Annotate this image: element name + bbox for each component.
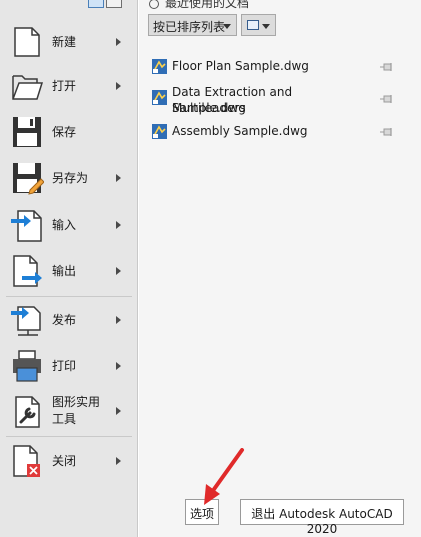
recent-file-name-line2: Sample.dwg <box>172 101 246 115</box>
menu-label-import: 输入 <box>52 218 77 232</box>
menu-divider <box>6 296 132 297</box>
open-folder-icon <box>12 75 44 100</box>
printer-icon <box>13 350 41 382</box>
import-icon <box>11 210 42 242</box>
menu-label-drawing-utilities-2: 工具 <box>52 412 77 426</box>
exit-autocad-button[interactable]: 退出 Autodesk AutoCAD 2020 <box>240 499 404 536</box>
chevron-down-icon <box>223 24 231 29</box>
recent-file-item[interactable]: Data Extraction and Multileaders Sample.… <box>152 84 412 118</box>
recent-file-name: Assembly Sample.dwg <box>172 124 308 138</box>
menu-item-import[interactable]: 输入 <box>0 206 138 244</box>
menu-label-drawing-utilities-1: 图形实用 <box>52 395 101 409</box>
sort-dropdown[interactable]: 按已排序列表 <box>148 14 237 36</box>
submenu-arrow-icon <box>116 267 121 275</box>
recent-documents-pane: 最近使用的文档 按已排序列表 Floor Plan Sample.dwg Dat… <box>139 0 421 537</box>
application-menu: 新建 打开 保存 另存为 输入 输出 发布 打印 图形实用 工具 关闭 <box>0 0 138 537</box>
menu-label-publish: 发布 <box>52 313 77 327</box>
export-icon <box>13 255 42 287</box>
submenu-arrow-icon <box>116 82 121 90</box>
pin-icon[interactable] <box>380 127 394 137</box>
save-disk-icon <box>13 117 41 147</box>
menu-label-export: 输出 <box>52 264 77 278</box>
menu-label-new: 新建 <box>52 35 77 49</box>
menu-item-save-as[interactable]: 另存为 <box>0 160 138 196</box>
recent-file-item[interactable]: Assembly Sample.dwg <box>152 123 412 141</box>
submenu-arrow-icon <box>116 362 121 370</box>
dwg-file-icon <box>152 59 167 74</box>
submenu-arrow-icon <box>116 407 121 415</box>
menu-item-publish[interactable]: 发布 <box>0 302 138 338</box>
menu-label-close: 关闭 <box>52 454 77 468</box>
open-docs-toggle[interactable] <box>106 0 122 8</box>
menu-label-print: 打印 <box>52 359 77 373</box>
recent-documents-title: 最近使用的文档 <box>165 0 250 10</box>
submenu-arrow-icon <box>116 174 121 182</box>
view-mode-dropdown[interactable] <box>241 14 276 36</box>
chevron-down-icon <box>262 24 270 29</box>
close-file-icon <box>13 445 40 477</box>
pin-icon[interactable] <box>380 62 394 72</box>
submenu-arrow-icon <box>116 221 121 229</box>
save-as-icon <box>13 163 44 195</box>
submenu-arrow-icon <box>116 38 121 46</box>
menu-label-open: 打开 <box>52 79 77 93</box>
menu-item-print[interactable]: 打印 <box>0 348 138 384</box>
publish-icon <box>11 306 41 336</box>
menu-divider <box>6 436 132 437</box>
submenu-arrow-icon <box>116 457 121 465</box>
recent-docs-toggle[interactable] <box>88 0 104 8</box>
menu-item-drawing-utilities[interactable]: 图形实用 工具 <box>0 392 138 430</box>
icon-view-icon <box>247 20 259 30</box>
menu-item-new[interactable]: 新建 <box>0 24 138 60</box>
submenu-arrow-icon <box>116 316 121 324</box>
menu-view-toggle <box>88 0 122 8</box>
recent-file-item[interactable]: Floor Plan Sample.dwg <box>152 58 412 76</box>
wrench-icon <box>15 396 40 428</box>
dwg-file-icon <box>152 124 167 139</box>
recent-documents-header: 最近使用的文档 <box>149 0 249 11</box>
recent-file-name: Floor Plan Sample.dwg <box>172 59 309 73</box>
menu-item-export[interactable]: 输出 <box>0 252 138 290</box>
sort-dropdown-label: 按已排序列表 <box>153 20 226 34</box>
menu-item-close[interactable]: 关闭 <box>0 442 138 480</box>
new-file-icon <box>14 27 40 57</box>
clock-icon <box>149 0 159 9</box>
menu-label-save: 保存 <box>52 125 77 139</box>
annotation-arrow-icon <box>204 448 244 505</box>
menu-item-open[interactable]: 打开 <box>0 68 138 104</box>
menu-item-save[interactable]: 保存 <box>0 114 138 150</box>
menu-label-save-as: 另存为 <box>52 171 89 185</box>
pin-icon[interactable] <box>380 94 394 104</box>
dwg-file-icon <box>152 90 167 105</box>
